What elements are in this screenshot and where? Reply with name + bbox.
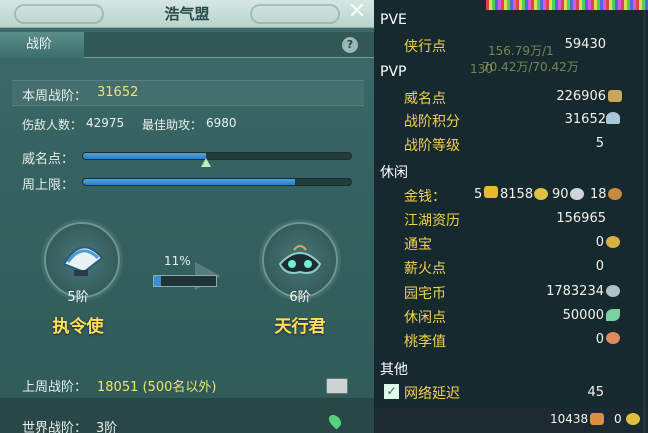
tab-row: 战阶 ? [0,32,374,58]
coin-icon [606,236,620,248]
section-leisure: 休闲 [380,165,408,181]
latency-checkbox[interactable]: ✓ [384,384,399,399]
bg-values-1: 156.79万/1 [488,44,554,58]
footer-value-1: 10438 [550,412,589,426]
root: 浩气盟 ✕ 战阶 ? 本周战阶： 31652 伤敌人数： 42975 最佳助攻：… [0,0,648,433]
row-value-jianghu: 156965 [556,211,606,226]
faction-panel: 浩气盟 ✕ 战阶 ? 本周战阶： 31652 伤敌人数： 42975 最佳助攻：… [0,0,374,433]
world-rank-value: 3阶 [96,421,118,433]
close-icon[interactable]: ✕ [346,1,368,23]
rank-current-tier: 5阶 [67,290,89,305]
bg-level: 130 [470,62,493,76]
gold-icon [534,188,548,200]
silver-icon [570,188,584,200]
row-label-money: 金钱： [404,189,446,205]
chest-icon[interactable] [326,378,348,394]
row-label-leisure-points: 休闲点 [404,310,446,326]
leaf-icon [606,309,620,321]
row-value-xiaxing: 59430 [564,37,606,52]
row-label-jianghu: 江湖资历 [404,213,460,229]
row-value-leisure-points: 50000 [562,308,604,323]
title-bar: 浩气盟 [0,0,374,28]
buff-strip [486,0,648,10]
bg-values-2: 70.42万/70.42万 [482,60,579,74]
footer-bar: 10438 0 [374,408,648,433]
last-week-value: 18051 (500名以外) [97,380,217,395]
bag-icon [590,413,604,425]
currency-tooltip: 156.79万/1 70.42万/70.42万 130 PVE 侠行点 5943… [374,0,648,433]
row-label-rank-level: 战阶等级 [404,138,460,154]
rank-points-icon [606,112,620,124]
assist-label: 最佳助攻： [142,118,203,132]
money-gold: 8158 [500,187,534,202]
kills-label: 伤敌人数： [22,118,83,132]
section-pve: PVE [380,12,407,28]
prestige-bar-fill [83,153,207,159]
footer-coin-icon [626,413,640,425]
section-pvp: PVP [380,64,407,80]
row-label-xiaxing: 侠行点 [404,39,446,55]
kills-value: 42975 [86,116,125,130]
row-value-prestige: 226906 [556,89,606,104]
row-label-taoli: 桃李值 [404,334,446,350]
row-value-latency: 45 [587,385,604,400]
section-other: 其他 [380,362,408,378]
next-rank-progress-fill [154,276,161,286]
scrollbar[interactable] [643,0,646,433]
peach-icon [606,332,620,344]
row-label-prestige: 威名点 [404,91,446,107]
house-coin-icon [606,285,620,297]
footer-value-2: 0 [614,412,622,426]
week-rank-box: 本周战阶： 31652 [12,80,364,106]
money-copper: 18 [590,187,607,202]
rank-next-name: 天行君 [274,317,326,337]
copper-icon [608,188,622,200]
window-title: 浩气盟 [164,5,210,23]
row-label-rank-points: 战阶积分 [404,114,460,130]
row-value-house-coin: 1783234 [546,284,604,299]
row-label-house-coin: 园宅币 [404,286,446,302]
next-rank-progress [153,275,217,287]
week-rank-value: 31652 [97,85,139,100]
prestige-icon [608,90,622,102]
row-value-rank-points: 31652 [564,112,606,127]
assist-value: 6980 [206,116,237,130]
prestige-label: 威名点： [22,152,75,167]
help-icon[interactable]: ? [342,37,358,53]
next-rank-percent: 11% [164,254,191,268]
money-silver: 90 [552,187,569,202]
prestige-marker-icon [201,158,211,167]
rank-current-name: 执令使 [52,317,104,337]
money-gold-bricks: 5 [474,187,483,202]
last-week-label: 上周战阶： [22,380,88,395]
gold-brick-icon [484,186,498,198]
row-value-taoli: 0 [595,332,604,347]
rank-next-tier: 6阶 [289,290,311,305]
prestige-bar [82,152,352,160]
row-label-latency: 网络延迟 [404,386,460,402]
row-label-xinhuo: 薪火点 [404,261,446,277]
row-label-tongbao: 通宝 [404,237,432,253]
row-value-tongbao: 0 [595,235,604,250]
week-cap-bar-fill [83,179,295,185]
week-cap-bar [82,178,352,186]
world-rank-label: 世界战阶： [22,421,88,433]
week-cap-label: 周上限： [22,178,75,193]
week-rank-label: 本周战阶： [22,89,88,104]
row-value-xinhuo: 0 [595,259,604,274]
row-value-rank-level: 5 [595,136,604,151]
tab-rank[interactable]: 战阶 [0,32,84,58]
